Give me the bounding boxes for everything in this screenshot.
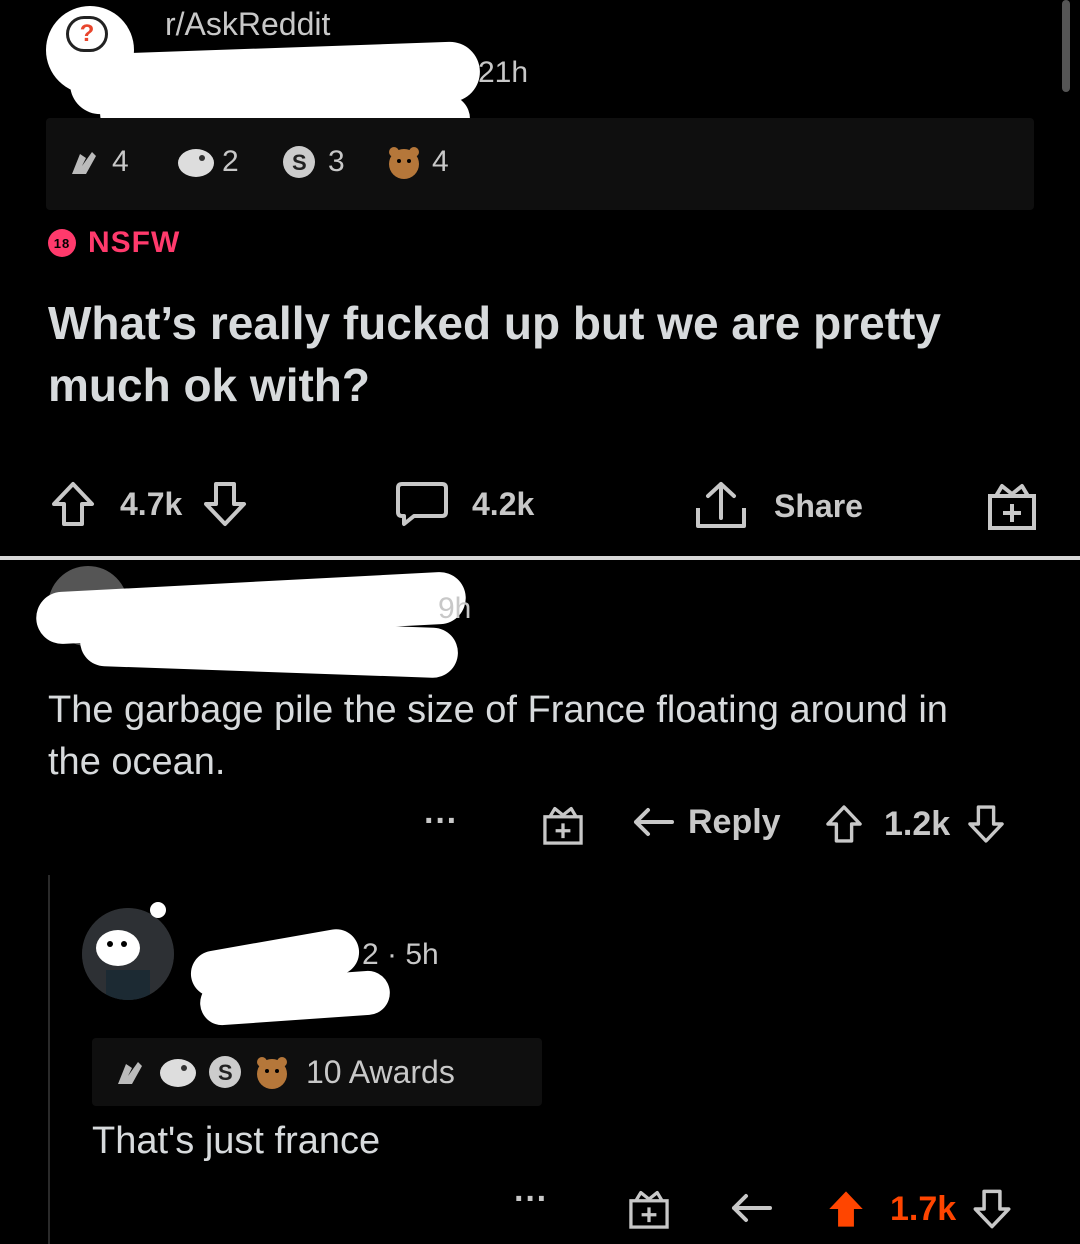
subreddit-name[interactable]: r/AskReddit [165,6,330,43]
comment-award-button[interactable] [540,802,586,848]
reply-avatar[interactable] [82,908,174,1000]
nsfw-label: NSFW [88,226,181,259]
award-count: 4 [432,145,449,178]
salute-hands-icon [112,1054,148,1090]
snoo-avatar-icon [82,908,174,1000]
gift-icon [540,802,586,848]
gift-icon [984,478,1040,534]
share-button[interactable]: Share [692,478,863,534]
svg-text:S: S [292,150,307,175]
bear-hug-icon [386,144,422,180]
question-mark-icon: ? [66,16,108,52]
reply-meta: 2 · 5h [362,938,439,971]
share-label: Share [774,487,863,524]
reply-reply-button[interactable] [730,1188,774,1228]
share-icon [692,478,750,534]
downvote-icon[interactable] [200,478,250,530]
reply-award-bar[interactable]: S 10 Awards [92,1038,542,1106]
comment-vote-group: 1.2k [822,802,1008,846]
comment-score: 1.2k [884,804,951,843]
vote-group: 4.7k [48,478,250,530]
gift-icon [626,1186,672,1232]
comment-text: The garbage pile the size of France floa… [48,689,948,783]
award-count: 2 [222,145,239,178]
reply-label: Reply [688,802,781,841]
svg-text:S: S [218,1060,233,1085]
divider [0,556,1080,560]
downvote-icon[interactable] [964,802,1008,846]
comments-button[interactable]: 4.2k [394,478,534,530]
silver-coin-icon: S [282,144,318,180]
comment-count: 4.2k [472,485,535,522]
reply-arrow-icon [632,802,676,842]
reply-score: 1.7k [890,1189,957,1228]
upvote-icon[interactable] [48,478,98,530]
bear-hug-icon [254,1054,290,1090]
reply-award-button[interactable] [626,1186,672,1232]
nsfw-18-icon: 18 [48,229,76,257]
reply-vote-group: 1.7k [824,1186,1014,1232]
award-wholesome[interactable]: 2 [176,144,239,180]
downvote-icon[interactable] [970,1186,1014,1232]
post-time: 21h [478,56,529,89]
award-bear[interactable]: 4 [386,144,449,180]
reply-text: That's just france [92,1120,381,1162]
post-title[interactable]: What’s really fucked up but we are prett… [48,292,1008,416]
award-salute[interactable]: 4 [66,144,129,180]
avatar-badge [150,902,166,918]
comment-time: 9h [438,592,472,625]
award-silver[interactable]: S 3 [282,144,345,180]
scrollbar[interactable] [1062,0,1070,92]
post-score: 4.7k [120,485,183,522]
upvote-filled-icon[interactable] [824,1186,868,1232]
salute-hands-icon [66,144,102,180]
comment-reply-button[interactable]: Reply [632,802,781,842]
comment-more-button[interactable]: ··· [424,802,458,841]
award-count: 4 [112,145,129,178]
awards-label: 10 Awards [306,1053,455,1090]
nsfw-tag: 18 NSFW [48,226,180,260]
upvote-icon[interactable] [822,802,866,846]
wholesome-face-icon [158,1054,198,1090]
wholesome-face-icon [176,144,214,180]
reply-arrow-icon [730,1188,774,1228]
thread-line[interactable] [48,875,50,1244]
award-count: 3 [328,145,345,178]
reply-more-button[interactable]: ··· [514,1180,548,1219]
comment-bubble-icon [394,478,450,530]
silver-coin-icon: S [208,1054,244,1090]
give-award-button[interactable] [984,478,1040,534]
